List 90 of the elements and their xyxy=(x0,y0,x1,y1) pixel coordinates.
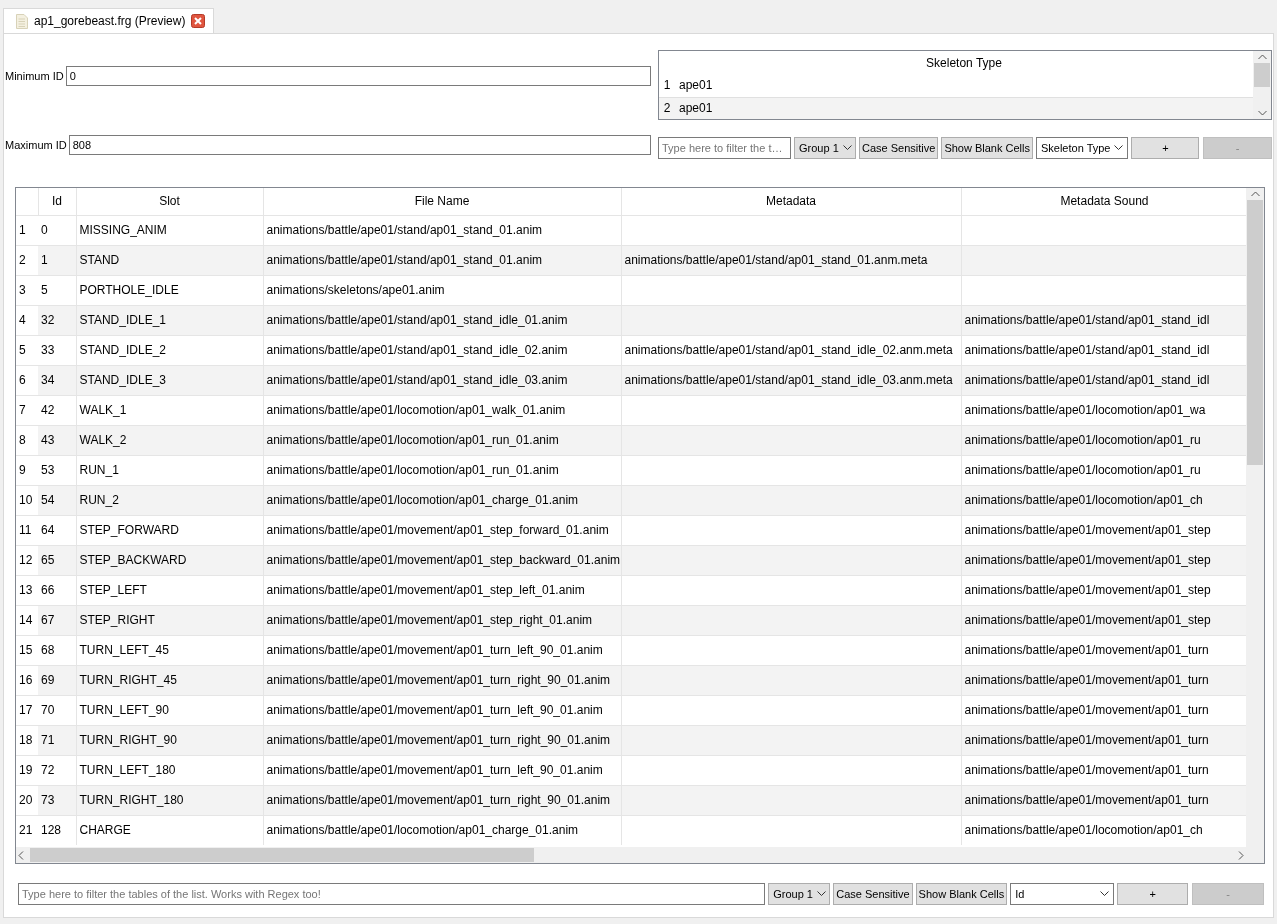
table-cell: CHARGE xyxy=(76,815,263,845)
table-cell: animations/battle/ape01/movement/ap01_turn xyxy=(961,785,1246,815)
table-cell: WALK_2 xyxy=(76,425,263,455)
table-cell: animations/battle/ape01/movement/ap01_turn_right_90_01.anim xyxy=(263,725,621,755)
group-dropdown[interactable]: Group 1 xyxy=(768,883,831,905)
row-number: 8 xyxy=(16,425,38,455)
table-cell-text: ape01 xyxy=(678,77,714,95)
group-dropdown[interactable]: Group 1 xyxy=(794,137,856,159)
table-cell: STEP_BACKWARD xyxy=(76,545,263,575)
minimum-id-field[interactable]: 0 xyxy=(65,66,651,86)
table-cell: animations/battle/ape01/locomotion/ap01_charge_01.anim xyxy=(263,815,621,845)
document-icon xyxy=(16,13,28,29)
table-cell: animations/battle/ape01/stand/ap01_stand_idle_03.anim xyxy=(263,365,621,395)
row-number: 2 xyxy=(16,245,38,275)
row-number: 1 xyxy=(662,77,672,95)
table-cell: animations/battle/ape01/locomotion/ap01_charge_01.anim xyxy=(263,485,621,515)
column-dropdown[interactable]: Skeleton Type xyxy=(1035,137,1129,159)
table-cell: STAND_IDLE_3 xyxy=(76,365,263,395)
field-label: Maximum ID xyxy=(5,137,68,153)
scrollbar[interactable] xyxy=(1246,188,1264,847)
add-button[interactable]: + xyxy=(1117,883,1189,905)
field-label: Minimum ID xyxy=(5,68,65,84)
table-cell: animations/battle/ape01/locomotion/ap01_ch xyxy=(961,485,1246,515)
case-sensitive-button[interactable]: Case Sensitive xyxy=(859,137,939,159)
row-number: 18 xyxy=(16,725,38,755)
case-sensitive-button[interactable]: Case Sensitive xyxy=(833,883,913,905)
show-blank-cells-button[interactable]: Show Blank Cells xyxy=(941,137,1033,159)
table-cell: animations/battle/ape01/stand/ap01_stand_01.anm.meta xyxy=(621,245,961,275)
row-number: 14 xyxy=(16,605,38,635)
row-number: 2 xyxy=(662,100,672,118)
table-cell: animations/battle/ape01/movement/ap01_step xyxy=(961,605,1246,635)
column-header[interactable]: Metadata xyxy=(621,188,961,215)
table-cell: RUN_2 xyxy=(76,485,263,515)
table-cell: 73 xyxy=(38,785,76,815)
scrollbar[interactable] xyxy=(1253,51,1271,119)
file-tab[interactable]: ap1_gorebeast.frg (Preview) xyxy=(3,8,215,33)
table-cell: animations/battle/ape01/movement/ap01_step xyxy=(961,545,1246,575)
table-cell: TURN_RIGHT_180 xyxy=(76,785,263,815)
table-cell: animations/battle/ape01/stand/ap01_stand_idl xyxy=(961,365,1246,395)
table-cell: animations/battle/ape01/movement/ap01_turn xyxy=(961,665,1246,695)
row-number: 12 xyxy=(16,545,38,575)
table-cell: animations/battle/ape01/stand/ap01_stand_idle_01.anim xyxy=(263,305,621,335)
table-cell: animations/battle/ape01/movement/ap01_step_right_01.anim xyxy=(263,605,621,635)
caret-icon xyxy=(842,145,852,151)
table-cell: animations/battle/ape01/movement/ap01_turn_right_90_01.anim xyxy=(263,785,621,815)
table-cell: STAND xyxy=(76,245,263,275)
table-cell: 69 xyxy=(38,665,76,695)
add-button[interactable]: + xyxy=(1131,137,1200,159)
table-cell: 43 xyxy=(38,425,76,455)
table-cell: 54 xyxy=(38,485,76,515)
caret-icon xyxy=(1100,891,1110,897)
table-cell: STEP_RIGHT xyxy=(76,605,263,635)
row-number: 16 xyxy=(16,665,38,695)
table-cell: STAND_IDLE_1 xyxy=(76,305,263,335)
table-cell: animations/battle/ape01/movement/ap01_turn_right_90_01.anim xyxy=(263,665,621,695)
column-header[interactable]: Id xyxy=(38,188,76,215)
column-header[interactable]: Slot xyxy=(76,188,263,215)
row-number: 20 xyxy=(16,785,38,815)
table-cell: 32 xyxy=(38,305,76,335)
filter-field[interactable]: Type here to filter the t… xyxy=(658,137,791,159)
table-cell: animations/battle/ape01/locomotion/ap01_ru xyxy=(961,425,1246,455)
table-cell: animations/battle/ape01/stand/ap01_stand_idl xyxy=(961,305,1246,335)
caret-icon xyxy=(816,891,826,897)
table-cell: TURN_RIGHT_90 xyxy=(76,725,263,755)
table-cell: 1 xyxy=(38,245,76,275)
table-cell: 128 xyxy=(38,815,76,845)
row-number: 6 xyxy=(16,365,38,395)
column-header[interactable]: Skeleton Type xyxy=(675,53,1253,72)
table-cell: animations/battle/ape01/stand/ap01_stand_01.anim xyxy=(263,245,621,275)
table-cell-text: ape01 xyxy=(678,100,714,118)
column-header[interactable]: File Name xyxy=(263,188,621,215)
row-number: 10 xyxy=(16,485,38,515)
maximum-id-field[interactable]: 808 xyxy=(68,135,651,155)
show-blank-cells-button[interactable]: Show Blank Cells xyxy=(915,883,1008,905)
row-number: 4 xyxy=(16,305,38,335)
close-icon[interactable] xyxy=(191,14,206,28)
row-number: 21 xyxy=(16,815,38,845)
table-cell: TURN_RIGHT_45 xyxy=(76,665,263,695)
table-cell: 71 xyxy=(38,725,76,755)
table-cell: animations/battle/ape01/locomotion/ap01_run_01.anim xyxy=(263,425,621,455)
table-cell: 65 xyxy=(38,545,76,575)
table-cell: animations/battle/ape01/stand/ap01_stand_idle_03.anm.meta xyxy=(621,365,961,395)
scrollbar[interactable] xyxy=(16,847,1264,863)
column-dropdown[interactable]: Id xyxy=(1010,883,1115,905)
table-cell: animations/battle/ape01/movement/ap01_turn xyxy=(961,725,1246,755)
table-cell: 34 xyxy=(38,365,76,395)
table-cell: animations/battle/ape01/movement/ap01_step_backward_01.anim xyxy=(263,545,621,575)
caret-icon xyxy=(1114,145,1124,151)
table-cell: 67 xyxy=(38,605,76,635)
filter-field[interactable]: Type here to filter the tables of the list. Works with Regex too! xyxy=(18,883,766,905)
